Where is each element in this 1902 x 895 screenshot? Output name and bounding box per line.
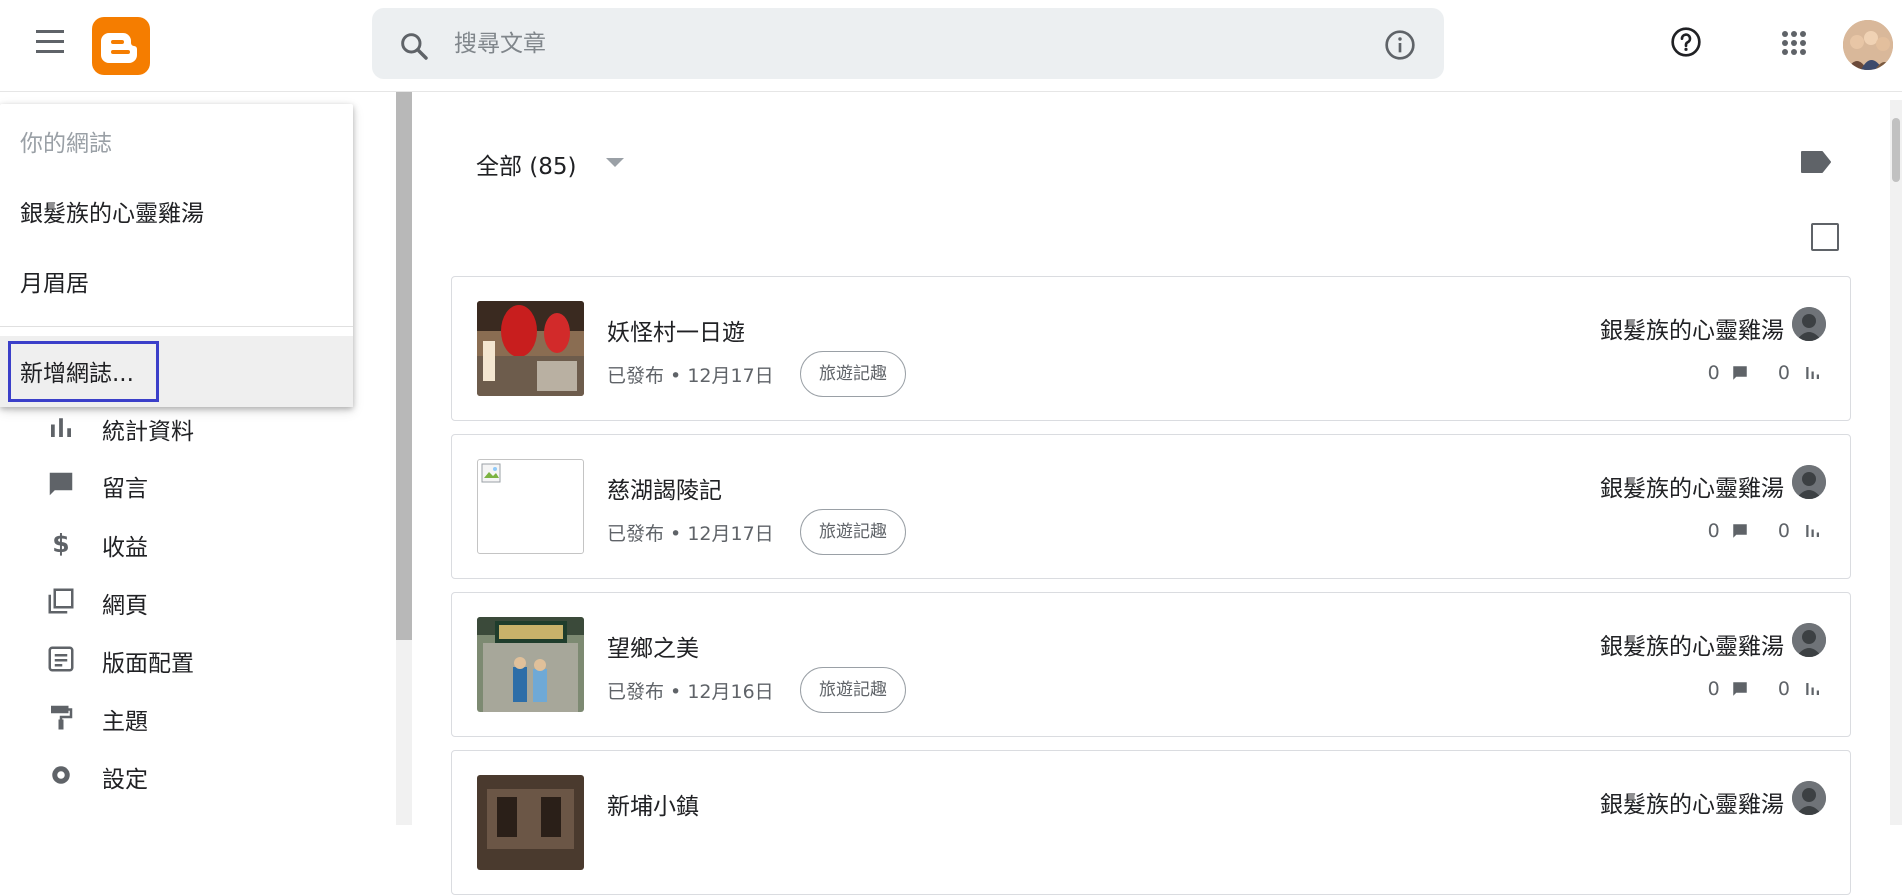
info-icon[interactable] bbox=[1384, 29, 1416, 61]
post-stats: 0 0 bbox=[1708, 361, 1822, 384]
comment-icon bbox=[49, 472, 73, 496]
sidebar-item-pages[interactable]: 網頁 bbox=[0, 572, 396, 628]
post-row[interactable]: 妖怪村一日遊 已發布 • 12月17日 旅遊記趣 銀髮族的心靈雞湯 0 0 bbox=[451, 276, 1851, 421]
sidebar-item-label: 版面配置 bbox=[102, 651, 194, 677]
blogger-logo[interactable] bbox=[92, 17, 150, 75]
post-blog-name: 銀髮族的心靈雞湯 bbox=[1600, 476, 1784, 502]
menu-item-blog[interactable]: 銀髮族的心靈雞湯 bbox=[20, 194, 204, 228]
chevron-down-icon[interactable] bbox=[606, 158, 624, 167]
post-stats: 0 0 bbox=[1708, 677, 1822, 700]
sidebar-item-earnings[interactable]: $ 收益 bbox=[0, 514, 396, 570]
page-scrollbar[interactable] bbox=[1890, 100, 1902, 825]
post-title[interactable]: 新埔小鎮 bbox=[607, 787, 699, 821]
broken-image-icon bbox=[481, 463, 501, 483]
comment-count: 0 bbox=[1707, 677, 1720, 700]
post-title[interactable]: 望鄉之美 bbox=[607, 629, 699, 663]
post-row[interactable]: 慈湖謁陵記 已發布 • 12月17日 旅遊記趣 銀髮族的心靈雞湯 0 0 bbox=[451, 434, 1851, 579]
author-avatar bbox=[1792, 781, 1826, 815]
post-row[interactable]: 望鄉之美 已發布 • 12月16日 旅遊記趣 銀髮族的心靈雞湯 0 0 bbox=[451, 592, 1851, 737]
sidebar-item-label: 設定 bbox=[102, 767, 148, 793]
scrollbar-thumb[interactable] bbox=[1892, 118, 1900, 182]
select-all-checkbox[interactable] bbox=[1811, 223, 1839, 251]
menu-item-blog[interactable]: 月眉居 bbox=[20, 264, 89, 298]
post-title[interactable]: 妖怪村一日遊 bbox=[607, 313, 745, 347]
bar-chart-icon bbox=[1806, 682, 1819, 695]
post-list-panel: 全部 (85) 妖怪村一日遊 已發布 • 12月17日 旅遊記趣 銀髮族的心靈雞… bbox=[412, 92, 1886, 895]
sidebar-item-comments[interactable]: 留言 bbox=[0, 455, 396, 511]
comment-icon bbox=[1733, 523, 1747, 538]
search-input[interactable] bbox=[454, 26, 1314, 62]
top-bar bbox=[0, 0, 1902, 92]
post-blog-name: 銀髮族的心靈雞湯 bbox=[1600, 318, 1784, 344]
help-icon[interactable] bbox=[1670, 26, 1702, 58]
post-date: 12月17日 bbox=[687, 523, 774, 545]
comment-count: 0 bbox=[1707, 361, 1720, 384]
post-thumbnail[interactable] bbox=[477, 617, 584, 712]
post-thumbnail[interactable] bbox=[477, 301, 584, 396]
post-status: 已發布 bbox=[607, 681, 665, 703]
author-avatar bbox=[1792, 623, 1826, 657]
sidebar-scrollbar[interactable] bbox=[396, 92, 412, 640]
account-avatar[interactable] bbox=[1843, 20, 1893, 70]
sidebar-item-label: 留言 bbox=[102, 476, 148, 502]
new-blog-label: 新增網誌... bbox=[20, 361, 134, 387]
comment-icon bbox=[1733, 365, 1747, 380]
gear-icon bbox=[52, 766, 70, 784]
paint-roller-icon bbox=[51, 705, 73, 730]
post-label-chip[interactable]: 旅遊記趣 bbox=[800, 351, 906, 397]
post-status-date: 已發布 • 12月16日 bbox=[607, 681, 774, 703]
label-icon[interactable] bbox=[1800, 150, 1832, 174]
post-title[interactable]: 慈湖謁陵記 bbox=[607, 471, 722, 505]
post-blog-name: 銀髮族的心靈雞湯 bbox=[1600, 792, 1784, 818]
blog-switcher-menu: 你的網誌 銀髮族的心靈雞湯 月眉居 新增網誌... bbox=[0, 104, 353, 407]
new-blog-menu-item[interactable]: 新增網誌... bbox=[0, 336, 353, 407]
post-status-date: 已發布 • 12月17日 bbox=[607, 365, 774, 387]
post-row[interactable]: 新埔小鎮 銀髮族的心靈雞湯 bbox=[451, 750, 1851, 895]
menu-heading: 你的網誌 bbox=[20, 131, 112, 157]
view-count: 0 bbox=[1777, 361, 1790, 384]
sidebar-item-label: 統計資料 bbox=[102, 419, 194, 445]
apps-icon[interactable] bbox=[1781, 30, 1807, 56]
menu-divider bbox=[0, 326, 353, 327]
sidebar-item-label: 收益 bbox=[102, 535, 148, 561]
layout-icon bbox=[48, 646, 74, 672]
post-thumbnail[interactable] bbox=[477, 775, 584, 870]
search-bar bbox=[372, 8, 1444, 79]
post-thumbnail-broken[interactable] bbox=[477, 459, 584, 554]
svg-text:$: $ bbox=[52, 529, 69, 558]
author-avatar bbox=[1792, 307, 1826, 341]
post-label-chip[interactable]: 旅遊記趣 bbox=[800, 509, 906, 555]
author-avatar bbox=[1792, 465, 1826, 499]
post-status: 已發布 bbox=[607, 523, 665, 545]
view-count: 0 bbox=[1777, 677, 1790, 700]
post-date: 12月17日 bbox=[687, 365, 774, 387]
view-count: 0 bbox=[1777, 519, 1790, 542]
bar-chart-icon bbox=[51, 418, 71, 437]
comment-icon bbox=[1733, 681, 1747, 696]
bar-chart-icon bbox=[1806, 524, 1819, 537]
pages-icon bbox=[48, 588, 74, 614]
sidebar-item-label: 網頁 bbox=[102, 593, 148, 619]
sidebar-item-layout[interactable]: 版面配置 bbox=[0, 630, 396, 686]
sidebar-item-theme[interactable]: 主題 bbox=[0, 688, 396, 744]
post-status-date: 已發布 • 12月17日 bbox=[607, 523, 774, 545]
post-date: 12月16日 bbox=[687, 681, 774, 703]
post-filter-dropdown[interactable]: 全部 (85) bbox=[476, 147, 577, 181]
post-status: 已發布 bbox=[607, 365, 665, 387]
sidebar-item-settings[interactable]: 設定 bbox=[0, 746, 396, 802]
post-blog-name: 銀髮族的心靈雞湯 bbox=[1600, 634, 1784, 660]
bar-chart-icon bbox=[1806, 366, 1819, 379]
sidebar-item-label: 主題 bbox=[102, 709, 148, 735]
post-stats: 0 0 bbox=[1708, 519, 1822, 542]
search-icon[interactable] bbox=[398, 30, 430, 62]
comment-count: 0 bbox=[1707, 519, 1720, 542]
post-label-chip[interactable]: 旅遊記趣 bbox=[800, 667, 906, 713]
menu-icon[interactable] bbox=[34, 30, 66, 58]
dollar-icon: $ bbox=[52, 529, 69, 558]
